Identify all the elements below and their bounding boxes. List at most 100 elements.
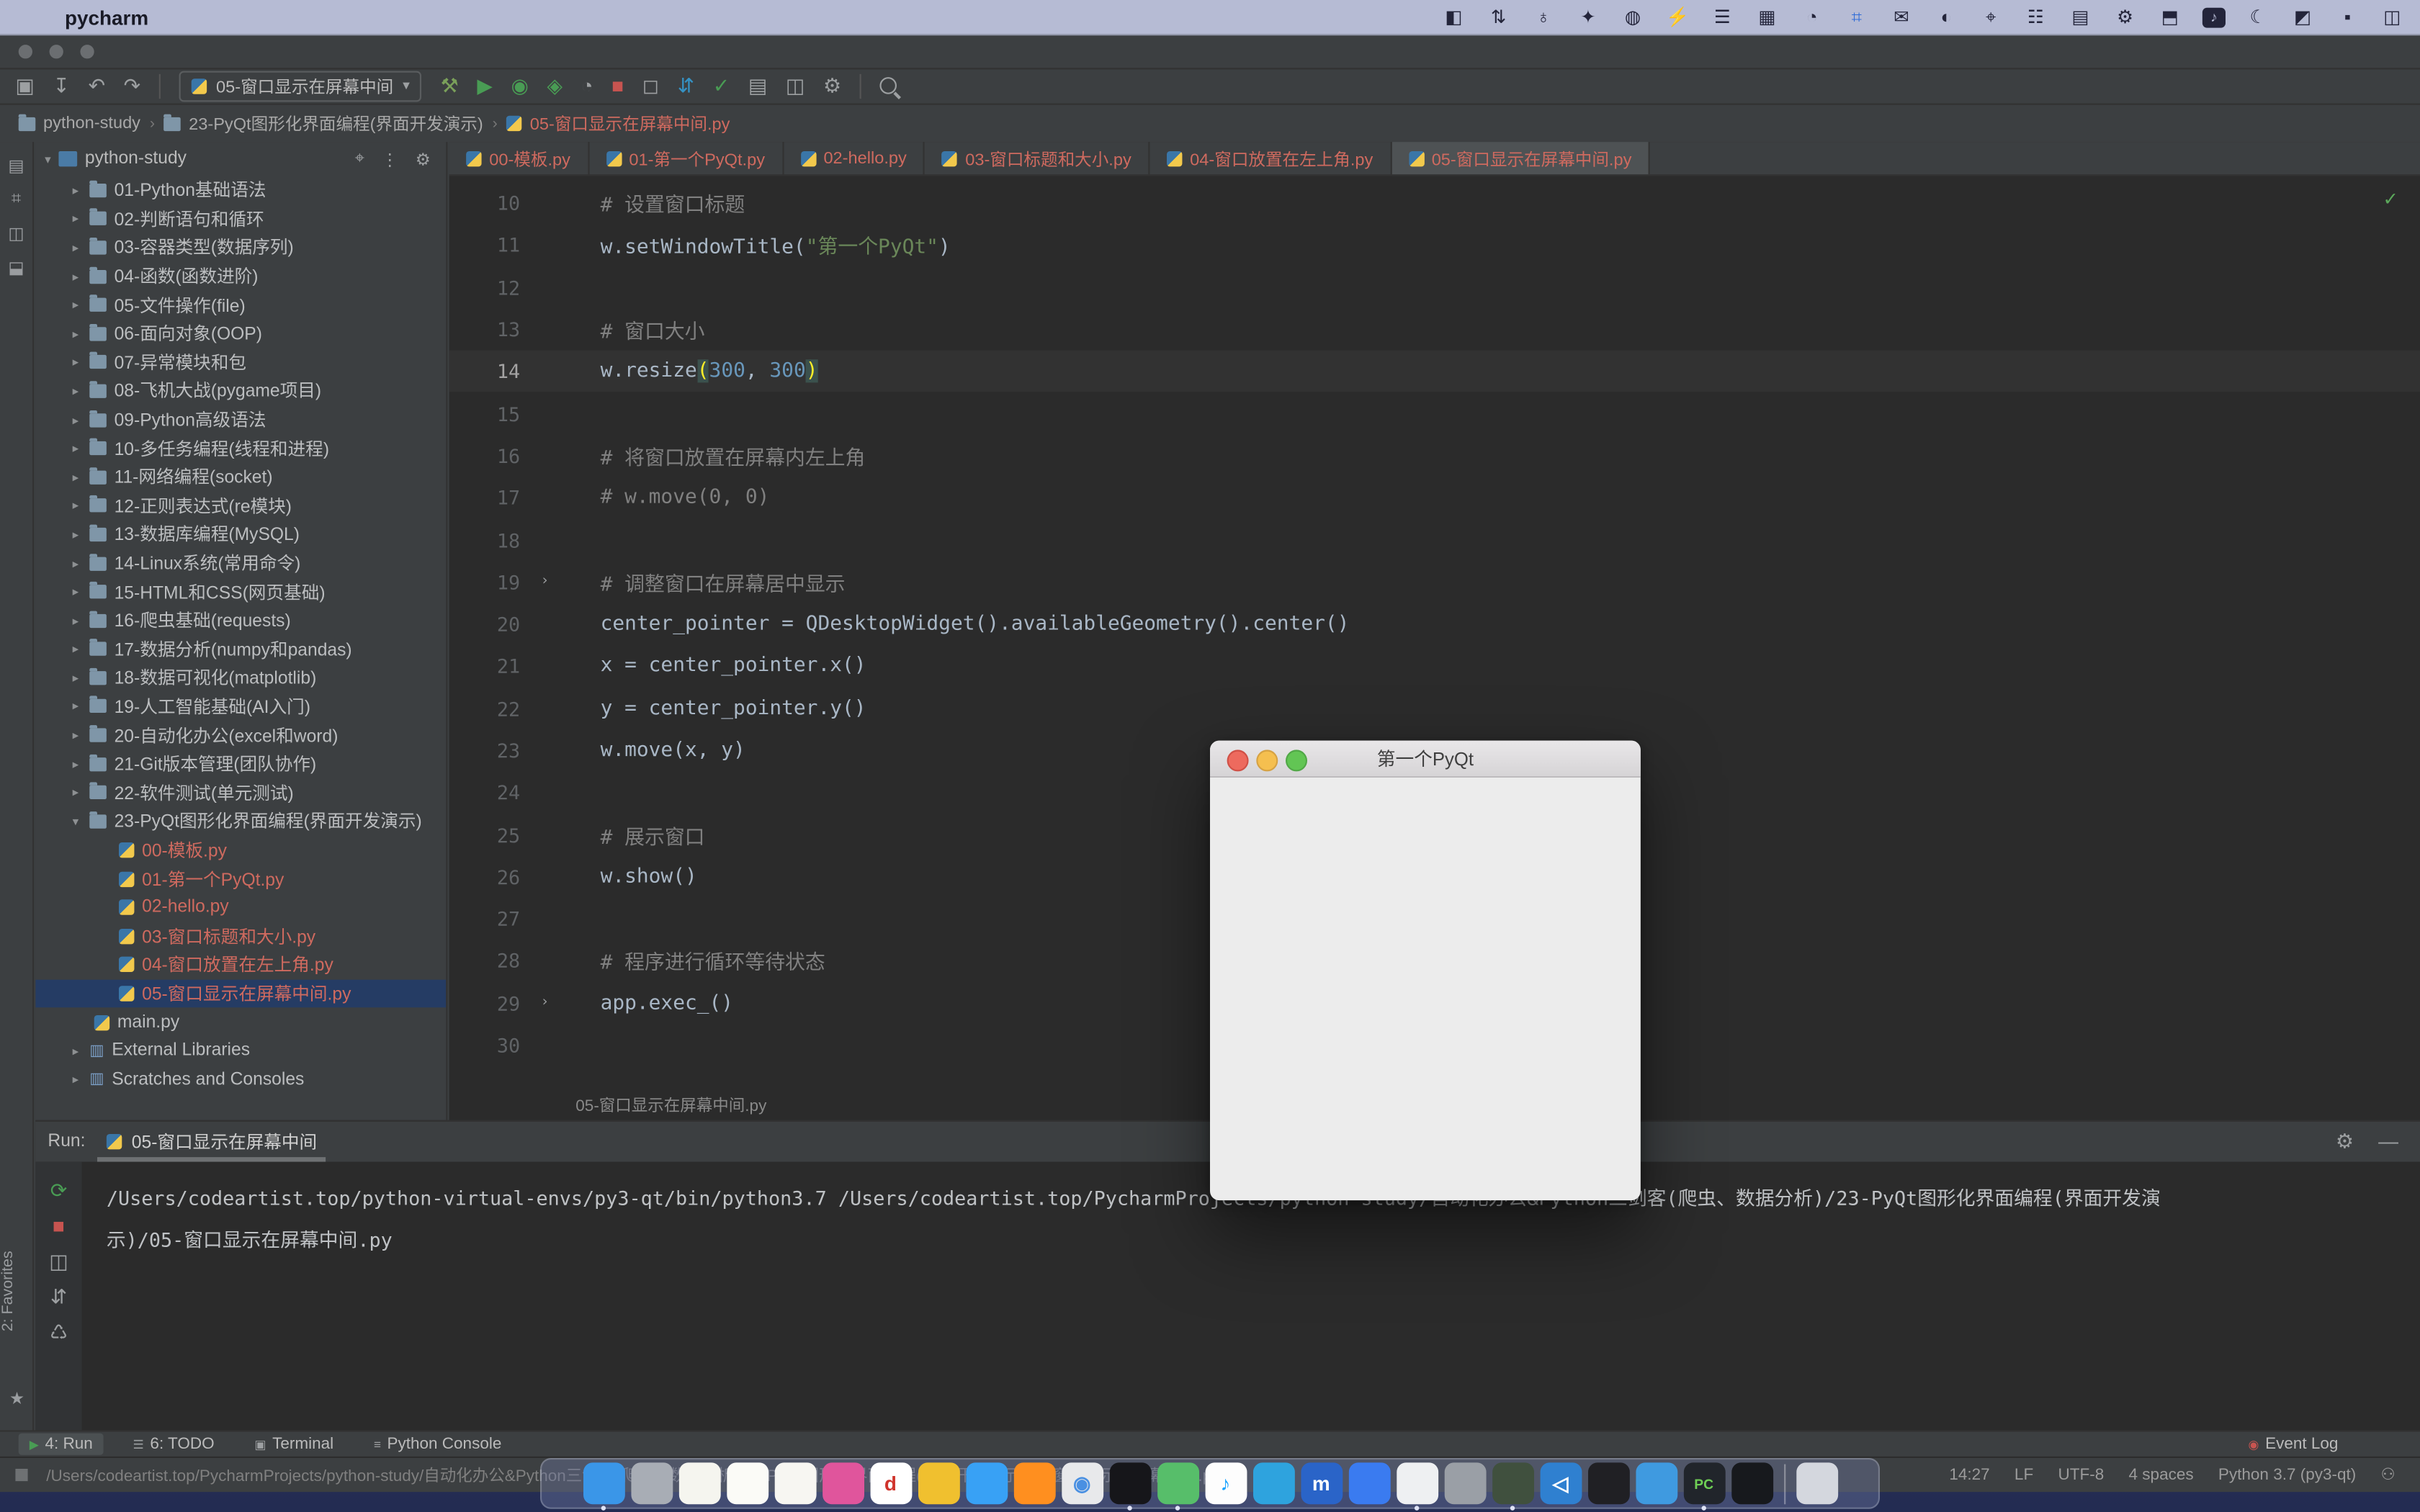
breadcrumb-item[interactable]: 23-PyQt图形化界面编程(界面开发演示) bbox=[164, 111, 483, 135]
tree-folder[interactable]: ▸03-容器类型(数据序列) bbox=[35, 233, 446, 262]
dock-icon-evernote[interactable] bbox=[918, 1462, 959, 1504]
chevron-right-icon[interactable]: ▸ bbox=[69, 298, 81, 312]
open-icon[interactable]: ▣ bbox=[15, 76, 34, 96]
diff-icon[interactable]: ▤ bbox=[748, 76, 767, 96]
chevron-right-icon[interactable]: ▸ bbox=[69, 786, 81, 799]
dock-icon-typora[interactable] bbox=[1396, 1462, 1438, 1504]
editor-tab[interactable]: 01-第一个PyQt.py bbox=[589, 142, 784, 174]
chevron-right-icon[interactable]: ▸ bbox=[69, 729, 81, 742]
tree-folder[interactable]: ▸09-Python高级语法 bbox=[35, 405, 446, 434]
tree-folder[interactable]: ▸02-判断语句和循环 bbox=[35, 204, 446, 233]
tree-folder-expanded[interactable]: ▾23-PyQt图形化界面编程(界面开发演示) bbox=[35, 807, 446, 836]
tree-file[interactable]: 04-窗口放置在左上角.py bbox=[35, 950, 446, 979]
dock-icon-finder[interactable] bbox=[583, 1462, 624, 1504]
chevron-right-icon[interactable]: ▸ bbox=[69, 528, 81, 541]
attach-icon[interactable]: ◻ bbox=[642, 76, 659, 96]
dock-icon-sketch[interactable] bbox=[1444, 1462, 1486, 1504]
dock-icon-telegram[interactable] bbox=[1252, 1462, 1294, 1504]
menubar-status-icon[interactable]: ◧ bbox=[1441, 6, 1466, 28]
menubar-status-icon[interactable]: ♪ bbox=[2202, 7, 2226, 27]
clear-icon[interactable]: ♺ bbox=[50, 1322, 68, 1342]
dock-icon-qqmusic[interactable]: ♪ bbox=[1205, 1462, 1247, 1504]
tree-folder[interactable]: ▸20-自动化办公(excel和word) bbox=[35, 721, 446, 750]
tree-folder[interactable]: ▸12-正则表达式(re模块) bbox=[35, 492, 446, 521]
repl-stripe-icon[interactable]: ◫ bbox=[0, 224, 32, 244]
code-line[interactable]: 11w.setWindowTitle("第一个PyQt") bbox=[449, 224, 2420, 266]
dock-icon-wechat[interactable] bbox=[1157, 1462, 1198, 1504]
dock-icon-black-app[interactable] bbox=[1587, 1462, 1629, 1504]
code-line[interactable]: 12 bbox=[449, 266, 2420, 308]
fold-marker-icon[interactable]: › bbox=[532, 996, 557, 1011]
redo-icon[interactable]: ↷ bbox=[124, 76, 140, 96]
chevron-right-icon[interactable]: ▸ bbox=[69, 499, 81, 513]
locate-icon[interactable]: ⌖ bbox=[355, 149, 364, 169]
menubar-status-icon[interactable]: ☾ bbox=[2246, 6, 2270, 28]
dock-icon-keynote[interactable] bbox=[822, 1462, 864, 1504]
menubar-app-name[interactable]: pycharm bbox=[65, 6, 148, 29]
code-line[interactable]: 13# 窗口大小 bbox=[449, 308, 2420, 350]
tree-folder[interactable]: ▸07-异常模块和包 bbox=[35, 348, 446, 377]
pycharm-titlebar[interactable] bbox=[0, 34, 2420, 69]
update-icon[interactable]: ⇵ bbox=[678, 76, 694, 96]
favorites-stripe-button[interactable]: 2: Favorites bbox=[0, 1207, 34, 1377]
hide-panel-icon[interactable]: — bbox=[2378, 1130, 2398, 1154]
dock-icon-safari[interactable] bbox=[965, 1462, 1007, 1504]
dock-icon-pycharm[interactable]: PC bbox=[1683, 1462, 1725, 1504]
tree-folder[interactable]: ▸21-Git版本管理(团队协作) bbox=[35, 750, 446, 778]
dock-icon-notes[interactable] bbox=[678, 1462, 720, 1504]
statusbar-widget[interactable]: UTF-8 bbox=[2058, 1466, 2105, 1485]
tree-folder[interactable]: ▸22-软件测试(单元测试) bbox=[35, 778, 446, 807]
tree-folder[interactable]: ▸15-HTML和CSS(网页基础) bbox=[35, 577, 446, 606]
run-tab[interactable]: 05-窗口显示在屏幕中间 bbox=[98, 1122, 326, 1162]
tree-folder[interactable]: ▸16-爬虫基础(requests) bbox=[35, 606, 446, 635]
snapshot-stripe-icon[interactable]: ⬓ bbox=[0, 258, 32, 278]
tree-file[interactable]: 01-第一个PyQt.py bbox=[35, 865, 446, 894]
options-icon[interactable]: ⋮ bbox=[382, 149, 399, 169]
run-config-selector[interactable]: 05-窗口显示在屏幕中间▾ bbox=[179, 71, 422, 102]
pyqt-titlebar[interactable]: 第一个PyQt bbox=[1210, 741, 1641, 778]
dock-icon-mweb[interactable]: m bbox=[1300, 1462, 1342, 1504]
menubar-status-icon[interactable]: ◔ bbox=[1800, 6, 1824, 28]
pyqt-zoom-button[interactable] bbox=[1286, 749, 1307, 770]
chevron-right-icon[interactable]: ▸ bbox=[69, 184, 81, 197]
run-icon[interactable]: ▶ bbox=[477, 76, 492, 96]
structure-stripe-icon[interactable]: ⌗ bbox=[0, 190, 32, 210]
code-line[interactable]: 15 bbox=[449, 392, 2420, 434]
dock-icon-pages[interactable] bbox=[774, 1462, 816, 1504]
chevron-right-icon[interactable]: ▸ bbox=[69, 413, 81, 426]
menubar-status-icon[interactable]: ◐ bbox=[1934, 6, 1958, 28]
code-line[interactable]: 18 bbox=[449, 519, 2420, 561]
chevron-right-icon[interactable]: ▸ bbox=[69, 441, 81, 455]
editor-tab[interactable]: 00-模板.py bbox=[449, 142, 589, 174]
tree-folder[interactable]: ▸19-人工智能基础(AI入门) bbox=[35, 692, 446, 721]
console-settings-icon[interactable]: ⚙ bbox=[2336, 1130, 2354, 1154]
tree-folder[interactable]: ▸05-文件操作(file) bbox=[35, 291, 446, 320]
chevron-right-icon[interactable]: ▸ bbox=[69, 356, 81, 369]
event-log-button[interactable]: ◉Event Log bbox=[2238, 1434, 2349, 1455]
toolwindow-button[interactable]: ≡Python Console bbox=[363, 1434, 512, 1455]
scroll-to-end-icon[interactable]: ⇵ bbox=[50, 1287, 67, 1307]
zoom-button[interactable] bbox=[80, 45, 94, 58]
dock-icon-charles[interactable] bbox=[1492, 1462, 1533, 1504]
dock-icon-qq[interactable] bbox=[1109, 1462, 1151, 1504]
editor-tab[interactable]: 05-窗口显示在屏幕中间.py bbox=[1392, 142, 1650, 174]
toolwindow-toggle-icon[interactable] bbox=[15, 1469, 27, 1481]
dock-icon-chrome[interactable]: ◉ bbox=[1061, 1462, 1103, 1504]
tree-folder[interactable]: ▸17-数据分析(numpy和pandas) bbox=[35, 635, 446, 664]
menubar-status-icon[interactable]: ✦ bbox=[1576, 6, 1600, 28]
hector-icon[interactable]: ⚇ bbox=[2381, 1466, 2396, 1485]
project-root-label[interactable]: python-study bbox=[85, 150, 187, 168]
settings-icon[interactable]: ⚙ bbox=[823, 76, 841, 96]
dock-icon-trash[interactable] bbox=[1796, 1462, 1837, 1504]
editor-tab[interactable]: 02-hello.py bbox=[784, 142, 926, 174]
dock-icon-launchpad[interactable] bbox=[630, 1462, 672, 1504]
dock-icon-blue-app[interactable] bbox=[1635, 1462, 1677, 1504]
menubar-status-icon[interactable]: ⌗ bbox=[1845, 6, 1869, 29]
chevron-right-icon[interactable]: ▸ bbox=[69, 1073, 81, 1086]
chevron-right-icon[interactable]: ▸ bbox=[69, 212, 81, 225]
commit-icon[interactable]: ✓ bbox=[713, 76, 730, 96]
tree-folder[interactable]: ▸10-多任务编程(线程和进程) bbox=[35, 434, 446, 463]
minimize-button[interactable] bbox=[50, 45, 63, 58]
close-button[interactable] bbox=[19, 45, 32, 58]
toolwindow-button[interactable]: ▶4: Run bbox=[19, 1434, 104, 1455]
